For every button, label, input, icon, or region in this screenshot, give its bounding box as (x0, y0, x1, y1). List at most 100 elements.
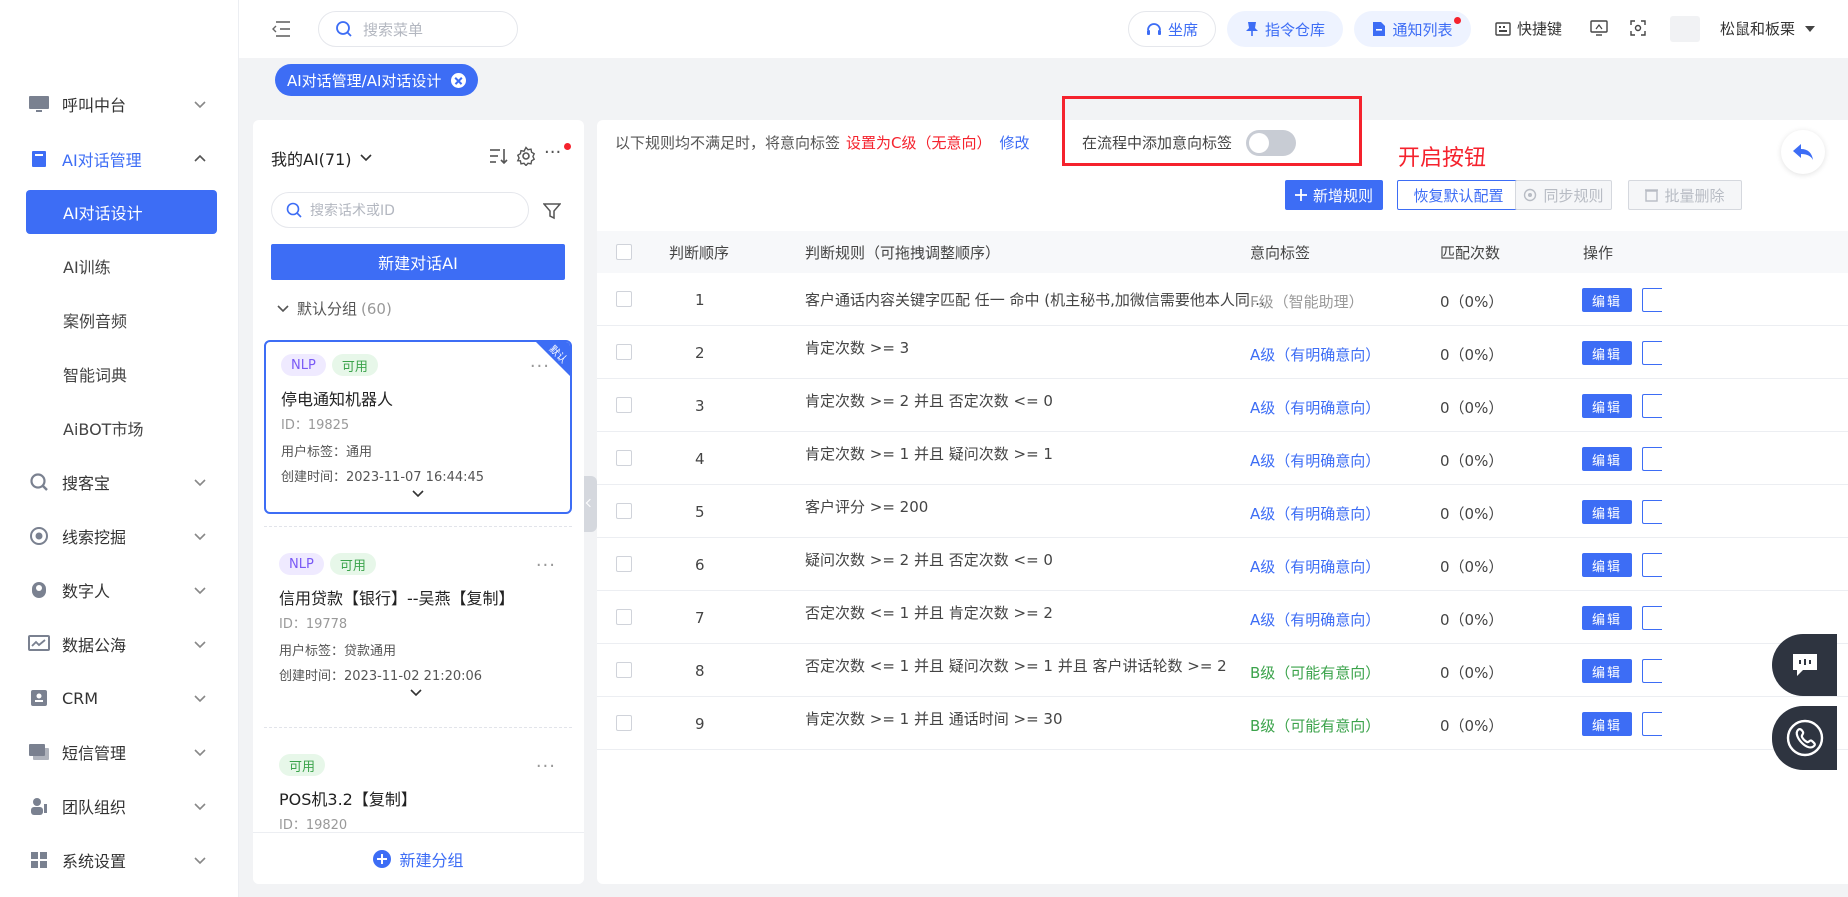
delete-button[interactable] (1642, 606, 1662, 630)
back-button[interactable] (1781, 130, 1825, 174)
top-header: 搜索菜单 坐席 指令仓库 通知列表 快捷键 松鼠和板栗 (239, 0, 1848, 58)
sidebar-item-sms[interactable]: 短信管理 (0, 729, 239, 775)
my-ai-dropdown[interactable]: 我的AI(71) (271, 146, 372, 170)
sidebar-sub-aibot-market[interactable]: AiBOT市场 (26, 406, 217, 450)
notification-list-pill[interactable]: 通知列表 (1354, 11, 1471, 47)
default-group-toggle[interactable]: 默认分组 (60) (277, 298, 392, 319)
edit-button[interactable]: 编辑 (1582, 341, 1632, 365)
ai-card[interactable]: 可用 ··· POS机3.2【复制】 ID：19820 (264, 742, 572, 832)
ai-card[interactable]: NLP 可用 ··· 信用贷款【银行】--吴燕【复制】 ID：19778 用户标… (264, 541, 572, 715)
delete-button[interactable] (1642, 712, 1662, 736)
ai-id: ID：19778 (279, 617, 348, 632)
command-repo-pill[interactable]: 指令仓库 (1227, 11, 1343, 47)
intent-tag: A级（有明确意向） (1250, 558, 1381, 576)
table-row[interactable]: 4 肯定次数 >= 1 并且 疑问次数 >= 1 A级（有明确意向） 0（0%） 编辑 (597, 432, 1848, 485)
table-row[interactable]: 2 肯定次数 >= 3 A级（有明确意向） 0（0%） 编辑 (597, 326, 1848, 379)
sidebar-item-souke[interactable]: 搜客宝 (0, 459, 239, 505)
sidebar-sub-ai-training[interactable]: AI训练 (26, 244, 217, 288)
edit-button[interactable]: 编辑 (1582, 606, 1632, 630)
shortcut-link[interactable]: 快捷键 (1495, 18, 1562, 39)
ai-card[interactable]: 默认 NLP 可用 ··· 停电通知机器人 ID：19825 用户标签：通用 创… (264, 340, 572, 514)
more-icon[interactable]: ··· (536, 756, 556, 777)
sidebar-item-digital-human[interactable]: 数字人 (0, 567, 239, 613)
sidebar-item-settings[interactable]: 系统设置 (0, 837, 239, 883)
delete-button[interactable] (1642, 447, 1662, 471)
breadcrumb-tag[interactable]: AI对话管理/AI对话设计 (275, 64, 479, 96)
modify-link[interactable]: 修改 (1000, 134, 1030, 152)
delete-button[interactable] (1642, 394, 1662, 418)
select-all-checkbox[interactable] (616, 244, 632, 260)
sidebar-item-clue-mining[interactable]: 线索挖掘 (0, 513, 239, 559)
menu-search-input[interactable]: 搜索菜单 (318, 11, 518, 47)
row-checkbox[interactable] (616, 556, 632, 572)
rule-panel: 以下规则均不满足时，将意向标签 设置为C级（无意向） 修改 在流程中添加意向标签 新… (597, 120, 1848, 884)
chat-float-button[interactable] (1772, 634, 1837, 696)
delete-button[interactable] (1642, 659, 1662, 683)
reset-default-button[interactable]: 恢复默认配置 (1397, 180, 1520, 210)
row-checkbox[interactable] (616, 503, 632, 519)
sync-rules-button[interactable]: 同步规则 (1515, 180, 1612, 210)
edit-button[interactable]: 编辑 (1582, 553, 1632, 577)
table-row[interactable]: 3 肯定次数 >= 2 并且 否定次数 <= 0 A级（有明确意向） 0（0%） 编辑 (597, 379, 1848, 432)
delete-button[interactable] (1642, 500, 1662, 524)
sidebar-item-call-center[interactable]: 呼叫中台 (0, 81, 239, 127)
row-checkbox[interactable] (616, 291, 632, 307)
row-checkbox[interactable] (616, 397, 632, 413)
table-row[interactable]: 6 疑问次数 >= 2 并且 否定次数 <= 0 A级（有明确意向） 0（0%） 编辑 (597, 538, 1848, 591)
edit-button[interactable]: 编辑 (1582, 500, 1632, 524)
new-dialog-ai-button[interactable]: 新建对话AI (271, 244, 565, 280)
script-search-input[interactable]: 搜索话术或ID (271, 192, 529, 228)
row-checkbox[interactable] (616, 450, 632, 466)
sidebar-item-data-sea[interactable]: 数据公海 (0, 621, 239, 667)
new-group-button[interactable]: 新建分组 (253, 832, 584, 884)
add-rule-button[interactable]: 新增规则 (1285, 180, 1383, 210)
collapse-panel-handle[interactable] (584, 476, 597, 532)
seat-pill[interactable]: 坐席 (1128, 11, 1216, 47)
sidebar-sub-ai-design[interactable]: AI对话设计 (26, 190, 217, 234)
user-menu[interactable]: 松鼠和板栗 (1720, 18, 1821, 39)
delete-button[interactable] (1642, 288, 1662, 312)
avatar[interactable] (1670, 16, 1700, 42)
delete-button[interactable] (1642, 553, 1662, 577)
edit-button[interactable]: 编辑 (1582, 447, 1632, 471)
intent-tag: A级（有明确意向） (1250, 399, 1381, 417)
rule-text: 肯定次数 >= 1 并且 通话时间 >= 30 (805, 710, 1063, 728)
chevron-down-icon[interactable] (410, 689, 422, 697)
edit-button[interactable]: 编辑 (1582, 712, 1632, 736)
more-icon[interactable]: ··· (530, 356, 550, 377)
scan-icon[interactable] (1630, 20, 1646, 36)
row-checkbox[interactable] (616, 344, 632, 360)
intent-tag: F级（智能助理） (1250, 293, 1364, 311)
edit-button[interactable]: 编辑 (1582, 659, 1632, 683)
row-checkbox[interactable] (616, 715, 632, 731)
sort-icon[interactable] (489, 147, 509, 165)
delete-button[interactable] (1642, 341, 1662, 365)
table-row[interactable]: 5 客户评分 >= 200 A级（有明确意向） 0（0%） 编辑 (597, 485, 1848, 538)
chevron-down-icon[interactable] (412, 490, 424, 498)
row-checkbox[interactable] (616, 609, 632, 625)
more-icon[interactable]: ··· (536, 555, 556, 576)
menu-fold-icon[interactable] (271, 20, 291, 38)
trash-icon (1645, 189, 1659, 202)
sidebar-item-crm[interactable]: CRM (0, 675, 239, 721)
service-float-button[interactable] (1772, 706, 1837, 770)
edit-button[interactable]: 编辑 (1582, 288, 1632, 312)
filter-icon[interactable] (543, 202, 561, 220)
close-icon[interactable] (451, 72, 467, 88)
rule-text: 客户通话内容关键字匹配 任一 命中 (机主秘书,加微信需要他本人同意我不能擅自回… (805, 291, 1277, 309)
table-row[interactable]: 8 否定次数 <= 1 并且 疑问次数 >= 1 并且 客户讲话轮数 >= 2 B级… (597, 644, 1848, 697)
row-checkbox[interactable] (616, 662, 632, 678)
sidebar-sub-case-audio[interactable]: 案例音频 (26, 298, 217, 342)
table-row[interactable]: 9 肯定次数 >= 1 并且 通话时间 >= 30 B级（可能有意向） 0（0%） 编辑 (597, 697, 1848, 750)
screen-icon[interactable] (1590, 20, 1608, 36)
sidebar-item-team[interactable]: 团队组织 (0, 783, 239, 829)
more-icon[interactable]: ··· (544, 144, 561, 162)
table-row[interactable]: 7 否定次数 <= 1 并且 肯定次数 >= 2 A级（有明确意向） 0（0%） 编辑 (597, 591, 1848, 644)
intent-tag: A级（有明确意向） (1250, 346, 1381, 364)
sidebar-sub-dictionary[interactable]: 智能词典 (26, 352, 217, 396)
edit-button[interactable]: 编辑 (1582, 394, 1632, 418)
gear-icon[interactable] (516, 146, 536, 166)
sidebar-item-ai-dialog[interactable]: AI对话管理 (0, 136, 239, 182)
batch-delete-button[interactable]: 批量删除 (1628, 180, 1742, 210)
table-row[interactable]: 1 客户通话内容关键字匹配 任一 命中 (机主秘书,加微信需要他本人同意我不能擅自… (597, 273, 1848, 326)
